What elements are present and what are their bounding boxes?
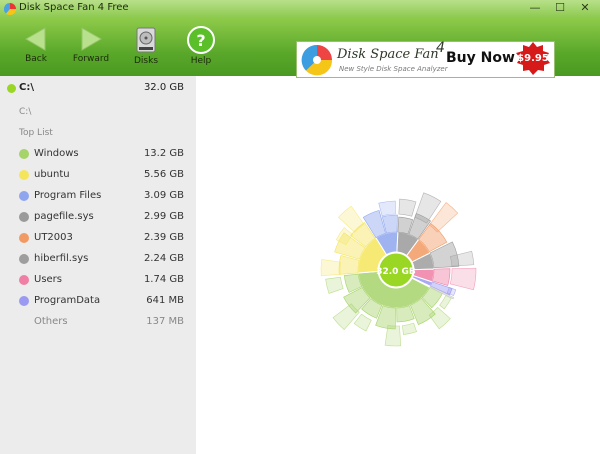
minimize-button[interactable]: — <box>523 1 547 16</box>
fan-outer-slice[interactable] <box>398 198 417 217</box>
help-label: Help <box>190 56 212 66</box>
list-item-others[interactable]: Others 137 MB <box>0 312 196 333</box>
back-arrow-icon <box>25 27 46 51</box>
window-title: Disk Space Fan 4 Free <box>19 2 129 13</box>
item-name: ubuntu <box>34 169 70 180</box>
item-size: 2.39 GB <box>143 232 184 243</box>
fan-center-label: 32.0 GB <box>376 267 416 277</box>
list-item-pagefile[interactable]: pagefile.sys 2.99 GB <box>0 207 196 228</box>
fan-outer-slice[interactable] <box>384 325 402 347</box>
help-icon: ? <box>187 26 215 54</box>
list-item-hiberfil[interactable]: hiberfil.sys 2.24 GB <box>0 249 196 270</box>
close-button[interactable]: ✕ <box>573 1 597 16</box>
item-name: pagefile.sys <box>34 211 94 222</box>
color-dot <box>19 149 29 159</box>
current-path: C:\ <box>19 107 32 117</box>
item-name: ProgramData <box>34 295 101 306</box>
fan-outer-slice[interactable] <box>402 322 417 335</box>
fan-outer-slice[interactable] <box>320 259 341 277</box>
list-item-programdata[interactable]: ProgramData 641 MB <box>0 291 196 312</box>
item-name: UT2003 <box>34 232 73 243</box>
drive-size: 32.0 GB <box>143 82 184 93</box>
svg-text:?: ? <box>196 31 205 50</box>
help-button[interactable]: ? Help <box>173 20 229 74</box>
color-dot <box>19 275 29 285</box>
buy-now-banner[interactable]: Disk Space Fan 4 New Style Disk Space An… <box>296 40 555 78</box>
item-size: 13.2 GB <box>143 148 184 159</box>
fan-outer-slice[interactable] <box>449 267 477 291</box>
disk-usage-fan-chart[interactable]: 32.0 GB <box>196 76 600 454</box>
list-item-windows[interactable]: Windows 13.2 GB <box>0 144 196 165</box>
disks-button[interactable]: Disks <box>118 20 174 74</box>
list-item-ubuntu[interactable]: ubuntu 5.56 GB <box>0 165 196 186</box>
color-dot <box>19 191 29 201</box>
forward-button[interactable]: Forward <box>63 20 119 74</box>
ad-version: 4 <box>436 40 445 56</box>
disk-space-fan-logo-icon <box>301 44 333 76</box>
drive-name: C:\ <box>19 82 34 93</box>
hard-disk-icon <box>136 27 156 53</box>
color-dot <box>19 296 29 306</box>
item-name: Users <box>34 274 63 285</box>
item-size: 1.74 GB <box>143 274 184 285</box>
item-name: Others <box>34 316 68 327</box>
drive-row[interactable]: C:\ 32.0 GB <box>0 76 196 100</box>
color-dot <box>19 212 29 222</box>
disks-label: Disks <box>133 56 159 66</box>
sidebar: C:\ 32.0 GB C:\ Top List Windows 13.2 GB… <box>0 76 196 454</box>
list-item-users[interactable]: Users 1.74 GB <box>0 270 196 291</box>
forward-label: Forward <box>72 54 110 64</box>
ad-tagline: New Style Disk Space Analyzer <box>339 65 448 73</box>
color-dot <box>19 254 29 264</box>
top-list-heading: Top List <box>19 128 53 138</box>
buy-now-text: Buy Now <box>446 50 515 66</box>
item-name: hiberfil.sys <box>34 253 89 264</box>
back-button[interactable]: Back <box>8 20 64 74</box>
list-item-ut2003[interactable]: UT2003 2.39 GB <box>0 228 196 249</box>
price-label: $9.95 <box>517 53 549 64</box>
app-icon <box>4 3 16 15</box>
fan-outer-slice[interactable] <box>353 313 372 332</box>
fan-outer-slice[interactable] <box>325 276 344 294</box>
item-size: 3.09 GB <box>143 190 184 201</box>
color-dot <box>19 233 29 243</box>
title-bar: Disk Space Fan 4 Free — ☐ ✕ <box>0 0 600 18</box>
ad-product-name: Disk Space Fan <box>337 47 439 62</box>
item-name: Windows <box>34 148 79 159</box>
fan-outer-slice[interactable] <box>378 200 396 217</box>
item-name: Program Files <box>34 190 102 201</box>
back-label: Back <box>25 54 47 64</box>
item-size: 2.24 GB <box>143 253 184 264</box>
drive-color-dot <box>7 84 16 93</box>
maximize-button[interactable]: ☐ <box>548 1 572 16</box>
item-size: 137 MB <box>146 316 184 327</box>
item-size: 5.56 GB <box>143 169 184 180</box>
color-dot <box>19 170 29 180</box>
list-item-program-files[interactable]: Program Files 3.09 GB <box>0 186 196 207</box>
toolbar: Back Forward Disks ? Help Disk Space Fan <box>0 18 600 78</box>
item-size: 641 MB <box>146 295 184 306</box>
forward-arrow-icon <box>81 27 102 51</box>
item-size: 2.99 GB <box>143 211 184 222</box>
